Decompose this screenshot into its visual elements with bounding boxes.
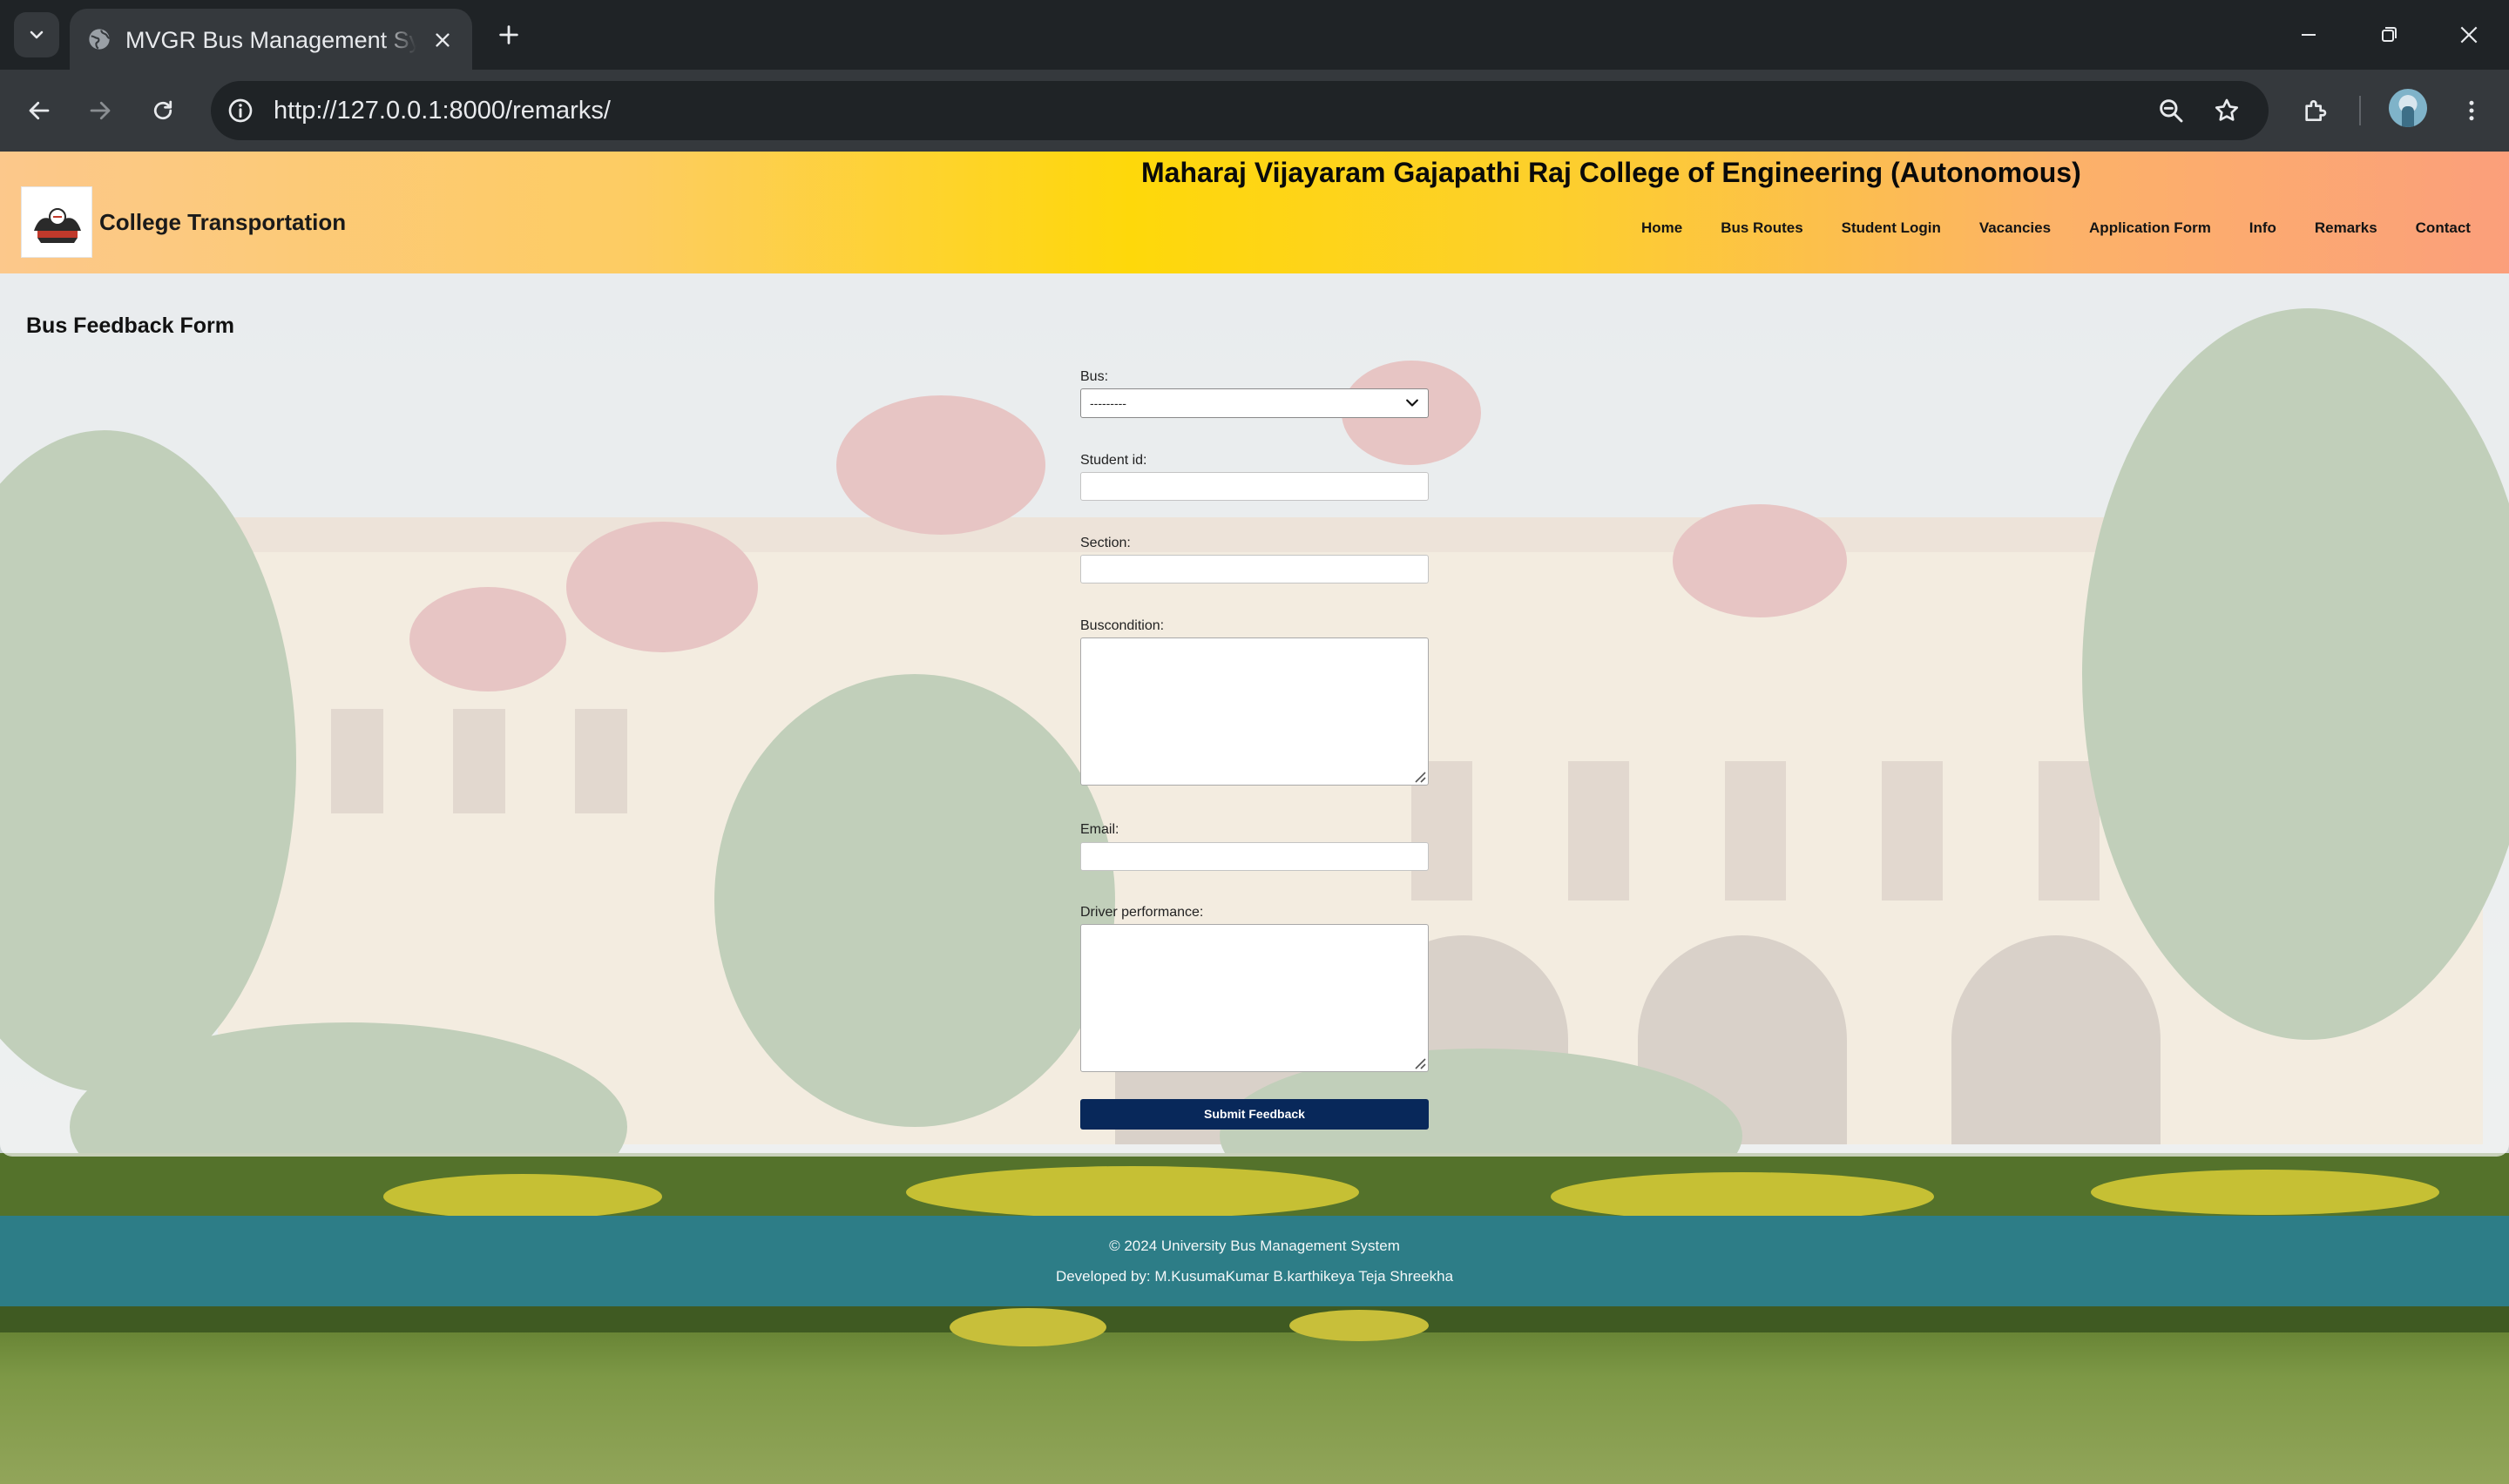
nav-link-vacancies[interactable]: Vacancies [1976, 212, 2054, 244]
buscondition-label: Buscondition: [1080, 618, 1165, 633]
bus-select-value: --------- [1090, 396, 1126, 410]
site-header: College Transportation Maharaj Vijayaram… [0, 152, 2509, 273]
email-label: Email: [1080, 822, 1119, 837]
forward-button[interactable] [78, 89, 122, 132]
plus-icon [499, 25, 518, 44]
main-navigation: Home Bus Routes Student Login Vacancies … [1638, 212, 2474, 244]
driver-performance-textarea[interactable] [1080, 924, 1429, 1072]
close-icon [2460, 26, 2478, 44]
arrow-left-icon [29, 101, 50, 120]
footer-developers: Developed by: M.KusumaKumar B.karthikeya… [1055, 1268, 1454, 1285]
close-icon [436, 33, 450, 47]
back-button[interactable] [17, 89, 61, 132]
nav-link-application-form[interactable]: Application Form [2086, 212, 2215, 244]
bus-select[interactable]: --------- [1080, 388, 1429, 418]
nav-link-info[interactable]: Info [2246, 212, 2280, 244]
browser-toolbar: http://127.0.0.1:8000/remarks/ [0, 70, 2509, 152]
new-tab-button[interactable] [490, 16, 528, 54]
page-title: Bus Feedback Form [26, 314, 234, 338]
reload-button[interactable] [141, 89, 185, 132]
email-input[interactable] [1080, 842, 1429, 871]
nav-link-remarks[interactable]: Remarks [2311, 212, 2381, 244]
close-tab-button[interactable] [427, 24, 458, 56]
student-id-label: Student id: [1080, 453, 1147, 468]
restore-icon [2382, 27, 2397, 42]
zoom-button[interactable] [2152, 91, 2190, 130]
puzzle-icon [2305, 100, 2327, 121]
url-text: http://127.0.0.1:8000/remarks/ [274, 97, 611, 125]
college-crest-icon [34, 208, 81, 243]
section-label: Section: [1080, 536, 1131, 550]
restore-button[interactable] [2363, 12, 2415, 57]
nav-link-home[interactable]: Home [1638, 212, 1686, 244]
browser-tab-strip: MVGR Bus Management System [0, 0, 2509, 70]
site-info-button[interactable] [221, 91, 260, 130]
site-brand-name[interactable]: College Transportation [99, 209, 346, 236]
student-id-input[interactable] [1080, 472, 1429, 501]
feedback-panel: Bus Feedback Form Bus: --------- Student… [0, 273, 2509, 1157]
browser-menu-button[interactable] [2450, 89, 2493, 132]
minimize-icon [2302, 34, 2316, 36]
zoom-out-icon [2160, 99, 2183, 123]
chevron-down-icon [1406, 399, 1418, 407]
resize-grip-icon[interactable] [1412, 1056, 1426, 1069]
address-bar[interactable]: http://127.0.0.1:8000/remarks/ [211, 81, 2269, 140]
more-vertical-icon [2469, 100, 2474, 121]
profile-avatar[interactable] [2389, 89, 2427, 127]
close-window-button[interactable] [2443, 12, 2495, 57]
arrow-right-icon [90, 101, 111, 120]
bus-label: Bus: [1080, 369, 1109, 384]
toolbar-divider [2359, 96, 2361, 125]
tab-search-button[interactable] [14, 12, 59, 57]
reload-icon [153, 100, 172, 120]
site-footer: © 2024 University Bus Management System … [0, 1216, 2509, 1306]
info-icon [228, 98, 253, 123]
driver-performance-label: Driver performance: [1080, 905, 1204, 920]
college-logo[interactable] [21, 186, 92, 258]
minimize-button[interactable] [2282, 12, 2335, 57]
nav-link-student-login[interactable]: Student Login [1838, 212, 1944, 244]
tab-title: MVGR Bus Management System [125, 27, 416, 53]
resize-grip-icon[interactable] [1412, 769, 1426, 783]
browser-tab-active[interactable]: MVGR Bus Management System [70, 9, 472, 70]
section-input[interactable] [1080, 555, 1429, 583]
footer-copyright: © 2024 University Bus Management System [1109, 1238, 1400, 1254]
nav-link-bus-routes[interactable]: Bus Routes [1717, 212, 1806, 244]
page-viewport: College Transportation Maharaj Vijayaram… [0, 152, 2509, 1484]
buscondition-textarea[interactable] [1080, 637, 1429, 786]
college-name-heading: Maharaj Vijayaram Gajapathi Raj College … [1141, 157, 2081, 188]
globe-icon [89, 29, 110, 50]
star-icon [2215, 98, 2239, 121]
submit-feedback-button[interactable]: Submit Feedback [1080, 1099, 1429, 1130]
chevron-down-icon [30, 30, 44, 39]
nav-link-contact[interactable]: Contact [2412, 212, 2474, 244]
extensions-button[interactable] [2293, 89, 2337, 132]
bookmark-button[interactable] [2208, 91, 2246, 130]
